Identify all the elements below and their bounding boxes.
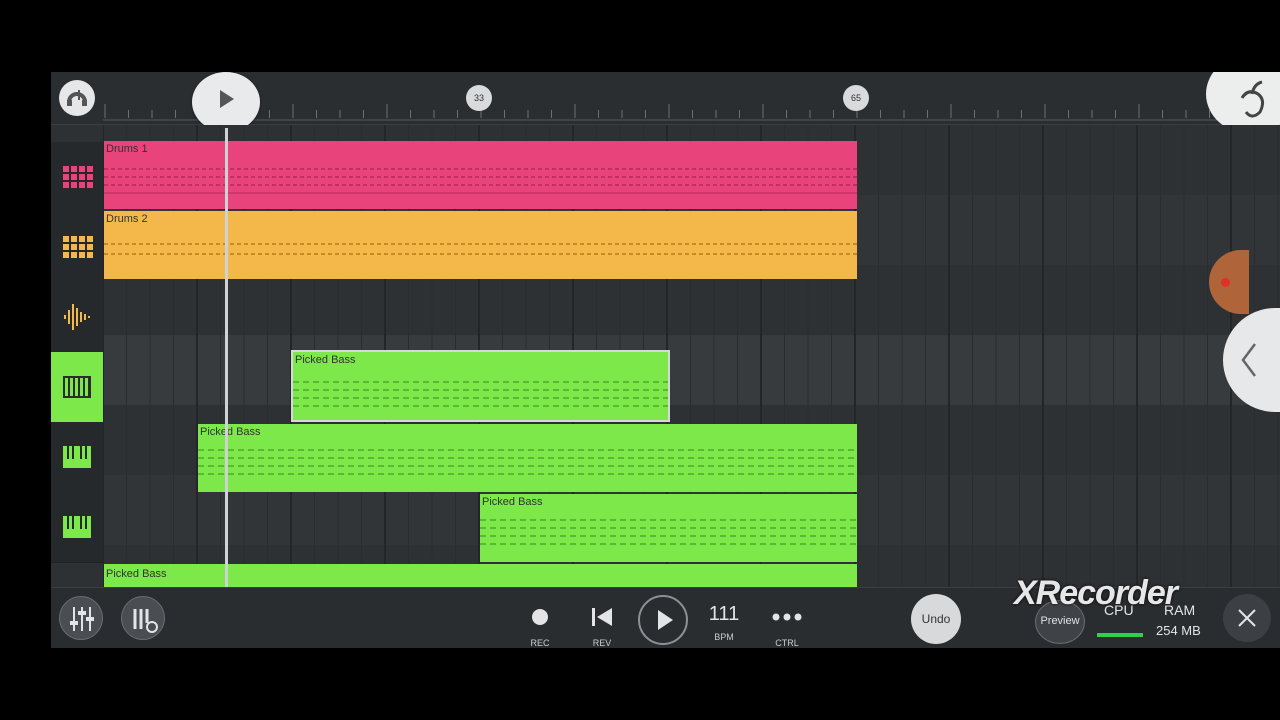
bar-marker-65[interactable]: 65 xyxy=(843,85,869,111)
magnet-icon xyxy=(67,90,87,106)
play-triangle-icon xyxy=(220,90,234,108)
clip-label: Picked Bass xyxy=(106,568,167,580)
mixer-button[interactable] xyxy=(59,596,103,640)
track-header-drums-1[interactable] xyxy=(51,142,103,213)
timeline-ruler[interactable]: 33 65 xyxy=(51,72,1280,134)
bar-marker-33[interactable]: 33 xyxy=(466,85,492,111)
fl-studio-mobile: 33 65 Drums 1 Drums 2 Picked Bass Picked… xyxy=(51,72,1280,648)
snap-magnet-button[interactable] xyxy=(59,80,95,116)
track-header-drums-2[interactable] xyxy=(51,212,103,283)
clip-label: Drums 1 xyxy=(106,143,148,155)
track-header-bass[interactable] xyxy=(51,492,103,563)
recorder-watermark: XRecorder xyxy=(1014,574,1178,612)
chevron-left-icon xyxy=(1241,343,1256,377)
clip-label: Picked Bass xyxy=(200,426,261,438)
clip-pattern-preview xyxy=(104,168,857,194)
open-side-panel-button[interactable] xyxy=(1223,308,1280,412)
record-dot-icon xyxy=(1221,278,1230,287)
clip-label: Picked Bass xyxy=(482,496,543,508)
pattern-clip-picked-bass[interactable]: Picked Bass xyxy=(480,494,857,562)
ctrl-button[interactable]: CTRL xyxy=(767,594,807,648)
pattern-clip-picked-bass[interactable]: Picked Bass xyxy=(104,564,857,587)
undo-button[interactable]: Undo xyxy=(911,594,961,644)
tempo-label: BPM xyxy=(714,632,734,642)
close-icon xyxy=(1238,609,1256,627)
pattern-clip-drums-2[interactable]: Drums 2 xyxy=(104,211,857,279)
clip-notes-preview xyxy=(198,449,857,475)
clip-pattern-preview xyxy=(104,243,857,255)
pattern-clip-picked-bass-selected[interactable]: Picked Bass xyxy=(291,350,670,422)
track-header-audio[interactable] xyxy=(51,282,103,353)
cpu-meter xyxy=(1097,633,1143,637)
piano-keys-icon xyxy=(63,516,91,538)
playhead-line xyxy=(225,128,228,588)
record-label: REC xyxy=(530,638,550,648)
channel-settings-button[interactable] xyxy=(121,596,165,640)
piano-keys-icon xyxy=(63,376,91,398)
close-button[interactable] xyxy=(1223,594,1271,642)
piano-keys-icon xyxy=(63,446,91,468)
record-circle-icon xyxy=(532,609,548,625)
pattern-clip-picked-bass[interactable]: Picked Bass xyxy=(198,424,857,492)
pattern-clip-drums-1[interactable]: Drums 1 xyxy=(104,141,857,209)
track-header-bass-selected[interactable] xyxy=(51,352,103,423)
drum-pattern-icon xyxy=(63,236,93,258)
audio-waveform-icon xyxy=(64,304,90,330)
clip-label: Picked Bass xyxy=(295,354,356,366)
piano-gear-icon xyxy=(133,609,158,633)
play-button[interactable] xyxy=(638,595,688,645)
record-button[interactable]: REC xyxy=(520,594,560,648)
track-header-bass[interactable] xyxy=(51,422,103,493)
ram-value: 254 MB xyxy=(1156,623,1201,638)
ctrl-label: CTRL xyxy=(775,638,799,648)
play-icon xyxy=(658,610,673,630)
tempo-value[interactable]: 111 xyxy=(701,603,747,626)
rewind-label: REV xyxy=(592,638,612,648)
playhead-handle[interactable] xyxy=(192,72,260,132)
rewind-button[interactable]: REV xyxy=(582,594,622,648)
clip-label: Drums 2 xyxy=(106,213,148,225)
mixer-sliders-icon xyxy=(70,607,94,631)
drum-pattern-icon xyxy=(63,166,93,188)
more-dots-icon xyxy=(772,613,802,621)
skip-back-icon xyxy=(592,608,612,626)
